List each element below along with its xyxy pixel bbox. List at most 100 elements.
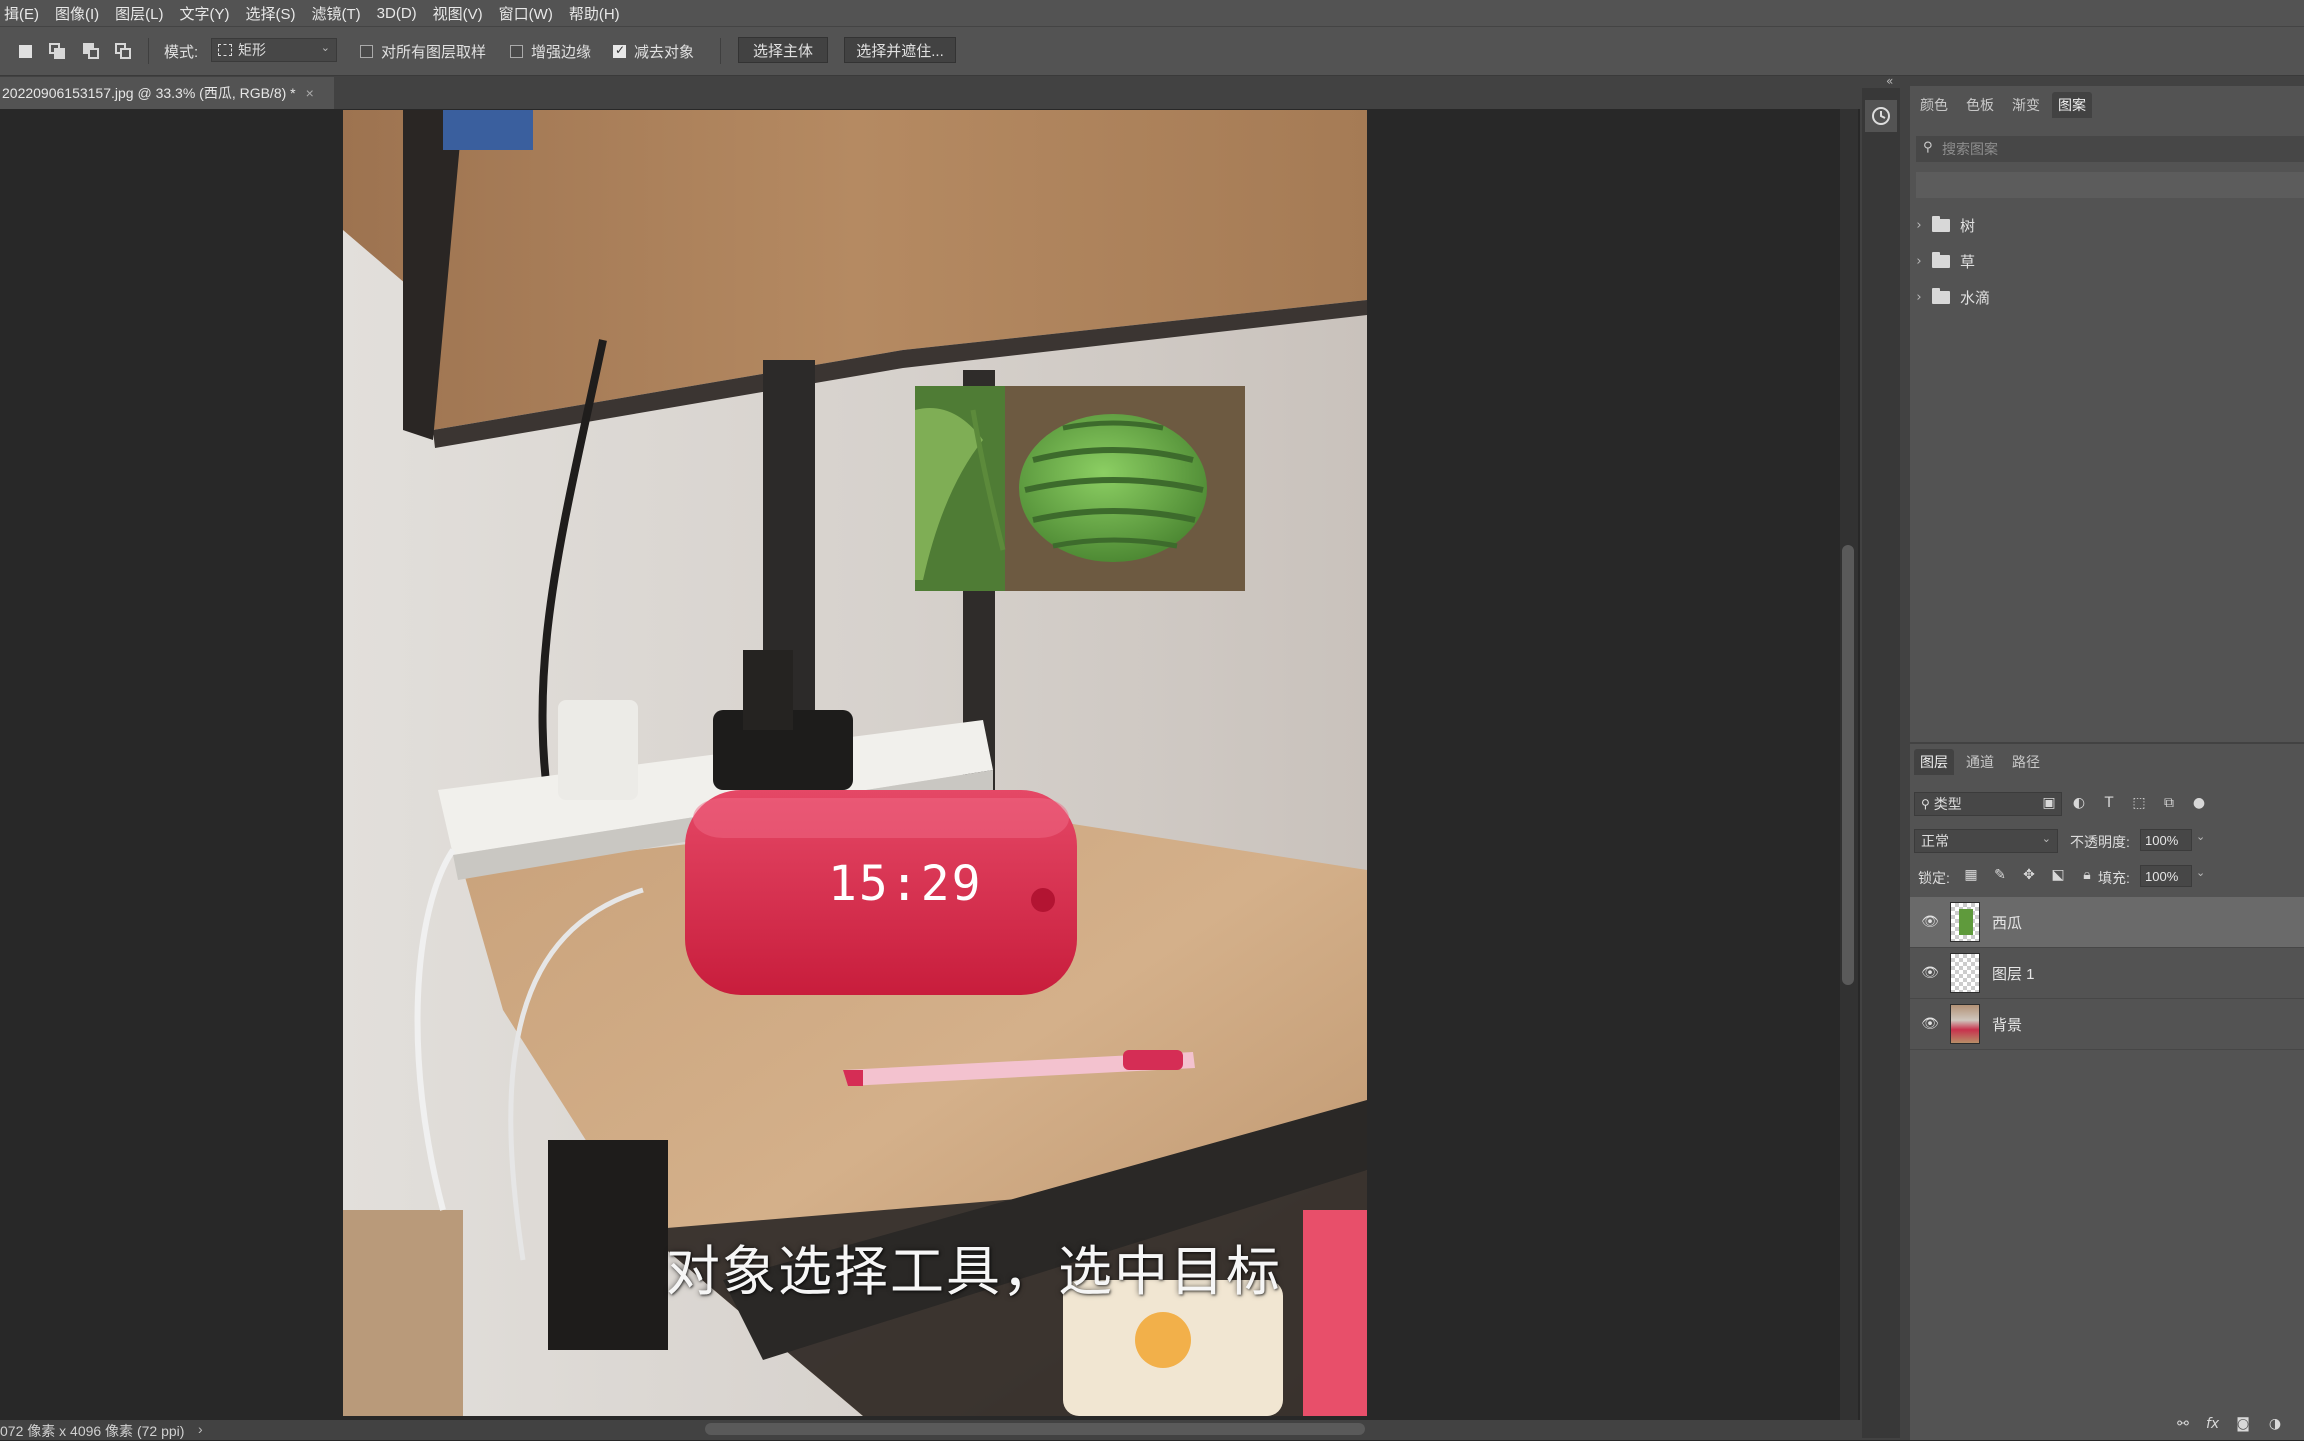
pattern-search-input[interactable]: ⚲ 搜索图案 [1916, 136, 2304, 162]
panel-icon-column [1862, 88, 1900, 1438]
options-bar [0, 26, 2304, 76]
enhance-edge-label: 增强边缘 [531, 44, 592, 61]
subtract-from-selection-icon[interactable] [78, 38, 104, 64]
subtract-object-label: 减去对象 [634, 44, 695, 61]
menu-image[interactable]: 图像(I) [47, 3, 107, 24]
shape-layer-filter-icon[interactable]: ⬚ [2130, 794, 2148, 812]
add-mask-icon[interactable]: ◙ [2234, 1415, 2252, 1433]
folder-label: 树 [1960, 217, 1976, 235]
folder-icon [1932, 287, 1950, 304]
folder-icon [1932, 251, 1950, 268]
layer-row-background[interactable]: 👁︎ 背景 [1910, 999, 2304, 1050]
layer-row-layer-1[interactable]: 👁︎ 图层 1 [1910, 948, 2304, 999]
pattern-folder-grass[interactable]: › 草 [1912, 244, 2304, 278]
layer-thumbnail [1950, 1004, 1980, 1044]
menu-help[interactable]: 帮助(H) [561, 3, 628, 24]
menu-view[interactable]: 视图(V) [425, 3, 491, 24]
tab-gradients[interactable]: 渐变 [2006, 92, 2046, 118]
layer-name: 背景 [1992, 1016, 2023, 1034]
layer-name: 图层 1 [1992, 965, 2035, 983]
tab-swatches[interactable]: 色板 [1960, 92, 2000, 118]
pixel-layer-filter-icon[interactable]: ▣ [2040, 794, 2058, 812]
clock-display: 15:29 [828, 856, 983, 912]
eye-icon[interactable]: 👁︎ [1910, 914, 1950, 930]
sample-all-layers-label: 对所有图层取样 [381, 44, 487, 61]
select-subject-button[interactable]: 选择主体 [738, 37, 828, 63]
adjustment-layer-icon[interactable]: ◑ [2266, 1415, 2284, 1433]
pattern-folder-tree[interactable]: › 树 [1912, 208, 2304, 242]
lock-label: 锁定: [1918, 870, 1950, 886]
menu-edit[interactable]: 揖(E) [0, 3, 47, 24]
document-canvas[interactable]: 15:29 [343, 110, 1367, 1416]
mode-dropdown[interactable]: 矩形 ⌄ [211, 38, 337, 62]
menu-3d[interactable]: 3D(D) [369, 5, 425, 22]
chevron-right-icon: › [1916, 289, 1922, 305]
filter-toggle-icon[interactable]: ● [2190, 794, 2208, 812]
divider [720, 38, 721, 64]
chevron-down-icon: ⌄ [2041, 832, 2051, 845]
blend-mode-dropdown[interactable]: 正常 ⌄ [1914, 829, 2058, 853]
fx-icon[interactable]: fx [2206, 1415, 2219, 1433]
pattern-folder-water-drops[interactable]: › 水滴 [1912, 280, 2304, 314]
opacity-field[interactable]: 100% [2140, 829, 2192, 851]
status-menu-arrow[interactable]: › [198, 1421, 203, 1437]
menu-filter[interactable]: 滤镜(T) [304, 3, 369, 24]
adjustment-layer-filter-icon[interactable]: ◐ [2070, 794, 2088, 812]
folder-icon [1932, 215, 1950, 232]
mode-value: 矩形 [238, 42, 266, 58]
lock-artboard-icon[interactable]: ⬕ [2049, 866, 2067, 884]
chevron-right-icon: › [1916, 217, 1922, 233]
smart-object-filter-icon[interactable]: ⧉ [2160, 794, 2178, 812]
select-and-mask-button[interactable]: 选择并遮住... [844, 37, 956, 63]
horizontal-scroll-thumb[interactable] [705, 1423, 1365, 1435]
chevron-down-icon[interactable]: ⌄ [2196, 866, 2205, 879]
eye-icon[interactable]: 👁︎ [1910, 965, 1950, 981]
opacity-label: 不透明度: [2070, 834, 2130, 850]
menu-layer[interactable]: 图层(L) [107, 3, 171, 24]
tab-paths[interactable]: 路径 [2006, 749, 2046, 775]
fill-label: 填充: [2098, 870, 2130, 886]
blend-mode-value: 正常 [1921, 833, 1949, 849]
layer-thumbnail [1950, 953, 1980, 993]
close-icon[interactable]: × [306, 85, 314, 101]
eye-icon[interactable]: 👁︎ [1910, 1016, 1950, 1032]
sample-all-layers-checkbox[interactable] [360, 45, 373, 58]
fill-field[interactable]: 100% [2140, 865, 2192, 887]
lock-position-icon[interactable]: ✥ [2020, 866, 2038, 884]
menu-select[interactable]: 选择(S) [238, 3, 304, 24]
layer-row-watermelon[interactable]: 👁︎ 西瓜 [1910, 897, 2304, 948]
tab-layers[interactable]: 图层 [1914, 749, 1954, 775]
lock-transparent-pixels-icon[interactable]: ▦ [1962, 866, 1980, 884]
intersect-selection-icon[interactable] [110, 38, 136, 64]
add-to-selection-icon[interactable] [44, 38, 70, 64]
tab-color[interactable]: 颜色 [1914, 92, 1954, 118]
new-selection-icon[interactable] [12, 38, 38, 64]
menu-window[interactable]: 窗口(W) [491, 3, 561, 24]
lock-image-pixels-icon[interactable]: ✎ [1991, 866, 2009, 884]
type-layer-filter-icon[interactable]: T [2100, 794, 2118, 812]
collapse-panels-icon[interactable]: « [1886, 74, 1893, 88]
search-icon: ⚲ [1921, 797, 1930, 811]
lock-icons: ▦ ✎ ✥ ⬕ 🔒︎ [1962, 866, 2096, 884]
mode-label: 模式: [164, 44, 199, 61]
tab-channels[interactable]: 通道 [1960, 749, 2000, 775]
subtract-object-checkbox[interactable] [613, 43, 626, 58]
folder-label: 水滴 [1960, 289, 1991, 307]
document-size-status: 072 像素 x 4096 像素 (72 ppi) [0, 1423, 185, 1439]
tab-patterns[interactable]: 图案 [2052, 92, 2092, 118]
menu-type[interactable]: 文字(Y) [172, 3, 238, 24]
lock-all-icon[interactable]: 🔒︎ [2078, 866, 2096, 884]
layer-filter-icons: ▣ ◐ T ⬚ ⧉ ● [2040, 794, 2208, 812]
folder-label: 草 [1960, 253, 1976, 271]
layers-panel-footer: ⚯ fx ◙ ◑ [1910, 1410, 2304, 1440]
document-tab[interactable]: 20220906153157.jpg @ 33.3% (西瓜, RGB/8) *… [0, 77, 334, 109]
chevron-down-icon: ⌄ [320, 41, 330, 54]
search-placeholder: 搜索图案 [1942, 141, 1998, 157]
layer-thumbnail [1950, 902, 1980, 942]
chevron-down-icon[interactable]: ⌄ [2196, 830, 2205, 843]
link-layers-icon[interactable]: ⚯ [2174, 1415, 2192, 1433]
document-title: 20220906153157.jpg @ 33.3% (西瓜, RGB/8) * [2, 85, 296, 101]
vertical-scroll-thumb[interactable] [1842, 545, 1854, 985]
history-icon[interactable] [1865, 100, 1897, 132]
enhance-edge-checkbox[interactable] [510, 45, 523, 58]
